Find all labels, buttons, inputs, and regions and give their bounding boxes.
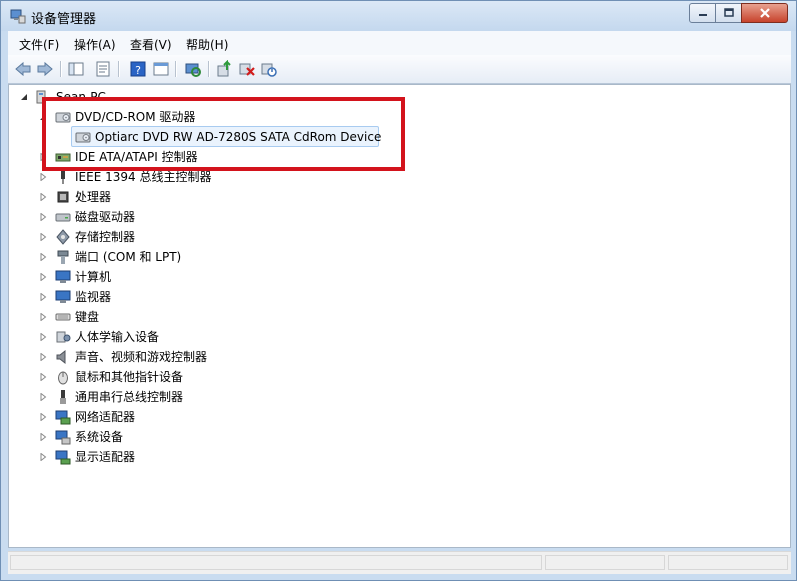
- expand-triangle-icon[interactable]: [39, 453, 47, 461]
- tree-category-item[interactable]: 端口 (COM 和 LPT): [9, 247, 709, 267]
- window-title: 设备管理器: [31, 12, 97, 27]
- scan-hardware-icon[interactable]: [184, 60, 202, 78]
- properties-icon[interactable]: [94, 60, 112, 78]
- toolbar-separator: [208, 61, 210, 77]
- toolbar-separator: [118, 61, 120, 77]
- collapse-triangle-icon[interactable]: [20, 93, 28, 101]
- sound-icon: [56, 349, 66, 365]
- expand-triangle-icon[interactable]: [39, 233, 47, 241]
- category-label: 鼠标和其他指针设备: [75, 370, 184, 384]
- tree-category-item[interactable]: 网络适配器: [9, 407, 709, 427]
- category-label: 键盘: [75, 310, 100, 324]
- show-hide-tree-icon[interactable]: [67, 60, 85, 78]
- menu-view[interactable]: 查看(V): [130, 36, 172, 53]
- category-label: 显示适配器: [75, 450, 136, 464]
- tree-category-item[interactable]: 处理器: [9, 187, 709, 207]
- expand-triangle-icon[interactable]: [39, 393, 47, 401]
- close-icon: [759, 8, 770, 18]
- expand-triangle-icon[interactable]: [39, 313, 47, 321]
- toolbar-separator: [60, 61, 62, 77]
- disk-drive-icon: [55, 213, 71, 222]
- category-label: 存储控制器: [75, 230, 136, 244]
- help-icon[interactable]: ?: [129, 60, 147, 78]
- view-icon[interactable]: [152, 60, 170, 78]
- device-manager-icon: [10, 9, 26, 24]
- category-label: 网络适配器: [75, 410, 136, 424]
- category-label: 系统设备: [75, 430, 124, 444]
- processor-icon: [57, 191, 69, 203]
- status-cell-main: [10, 555, 542, 570]
- device-tree[interactable]: Sean-PC DVD/CD-ROM 驱动器 Optiarc DVD RW AD-…: [8, 84, 791, 548]
- menu-help[interactable]: 帮助(H): [186, 36, 228, 53]
- expand-triangle-icon[interactable]: [39, 253, 47, 261]
- category-label: 通用串行总线控制器: [75, 390, 184, 404]
- tree-category-item[interactable]: 人体学输入设备: [9, 327, 709, 347]
- expand-triangle-icon[interactable]: [39, 433, 47, 441]
- category-label: 计算机: [75, 270, 112, 284]
- category-label: 人体学输入设备: [75, 330, 160, 344]
- maximize-icon: [723, 8, 734, 17]
- monitor-icon: [55, 290, 71, 303]
- toolbar: ?: [8, 55, 791, 84]
- storage-controller-icon: [56, 229, 70, 245]
- hid-icon: [56, 331, 71, 343]
- expand-triangle-icon[interactable]: [39, 213, 47, 221]
- close-button[interactable]: [741, 3, 788, 23]
- minimize-icon: [698, 14, 707, 16]
- disable-icon[interactable]: [260, 60, 278, 78]
- menu-file[interactable]: 文件(F): [19, 36, 59, 53]
- red-highlight-box: [42, 97, 405, 171]
- port-icon: [57, 250, 69, 264]
- minimize-button[interactable]: [689, 3, 716, 23]
- status-cell-tertiary: [668, 555, 788, 570]
- tree-category-item[interactable]: 磁盘驱动器: [9, 207, 709, 227]
- tree-category-item[interactable]: 显示适配器: [9, 447, 709, 467]
- maximize-button[interactable]: [715, 3, 742, 23]
- tree-category-item[interactable]: 键盘: [9, 307, 709, 327]
- network-adapter-icon: [55, 410, 71, 425]
- expand-triangle-icon[interactable]: [39, 173, 47, 181]
- update-driver-icon[interactable]: [216, 60, 234, 78]
- uninstall-icon[interactable]: [238, 60, 256, 78]
- tree-category-item[interactable]: 系统设备: [9, 427, 709, 447]
- expand-triangle-icon[interactable]: [39, 413, 47, 421]
- tree-category-item[interactable]: 计算机: [9, 267, 709, 287]
- toolbar-separator: [175, 61, 177, 77]
- usb-icon: [60, 390, 66, 404]
- keyboard-icon: [55, 313, 71, 321]
- forward-icon[interactable]: [36, 60, 54, 78]
- status-bar: [8, 551, 791, 574]
- title-bar[interactable]: 设备管理器: [1, 1, 796, 31]
- back-icon[interactable]: [14, 60, 32, 78]
- category-label: 监视器: [75, 290, 112, 304]
- tree-category-item[interactable]: 存储控制器: [9, 227, 709, 247]
- expand-triangle-icon[interactable]: [39, 353, 47, 361]
- display-adapter-icon: [55, 450, 71, 465]
- tree-category-item[interactable]: 通用串行总线控制器: [9, 387, 709, 407]
- system-device-icon: [55, 430, 71, 445]
- category-label: 声音、视频和游戏控制器: [75, 350, 208, 364]
- ieee1394-icon: [61, 170, 65, 184]
- svg-text:?: ?: [135, 64, 141, 77]
- device-manager-window: 设备管理器 文件(F) 操作(A) 查看(V) 帮助(H) ? Sean-PC …: [0, 0, 797, 581]
- menu-bar: 文件(F) 操作(A) 查看(V) 帮助(H): [8, 31, 791, 56]
- status-cell-secondary: [545, 555, 665, 570]
- expand-triangle-icon[interactable]: [39, 293, 47, 301]
- expand-triangle-icon[interactable]: [39, 273, 47, 281]
- expand-triangle-icon[interactable]: [39, 333, 47, 341]
- mouse-icon: [58, 371, 68, 385]
- expand-triangle-icon[interactable]: [39, 373, 47, 381]
- category-label: 处理器: [75, 190, 112, 204]
- menu-action[interactable]: 操作(A): [74, 36, 116, 53]
- tree-category-item[interactable]: 鼠标和其他指针设备: [9, 367, 709, 387]
- expand-triangle-icon[interactable]: [39, 193, 47, 201]
- tree-category-item[interactable]: 监视器: [9, 287, 709, 307]
- category-label: 磁盘驱动器: [75, 210, 136, 224]
- computer-icon: [55, 270, 71, 283]
- tree-category-item[interactable]: 声音、视频和游戏控制器: [9, 347, 709, 367]
- category-label: 端口 (COM 和 LPT): [75, 250, 182, 264]
